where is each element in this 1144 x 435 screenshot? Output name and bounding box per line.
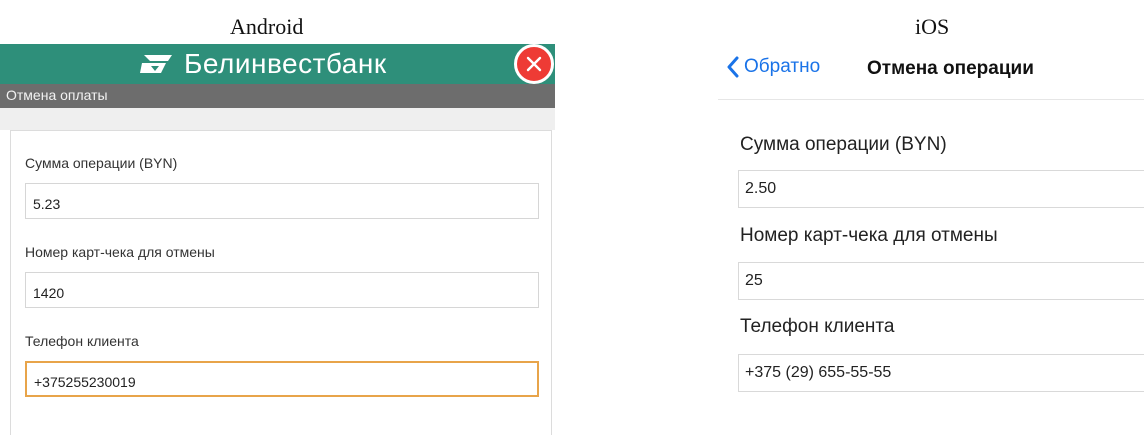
bank-logo-icon	[140, 55, 172, 73]
amount-input[interactable]: 5.23	[25, 183, 539, 219]
android-spacer	[0, 108, 555, 130]
android-label: Android	[230, 14, 304, 39]
screen-title: Отмена оплаты	[6, 87, 108, 103]
android-form: Сумма операции (BYN) 5.23 Номер карт-чек…	[10, 130, 552, 435]
receipt-number-label: Номер карт-чека для отмены	[740, 225, 998, 246]
amount-label: Сумма операции (BYN)	[25, 155, 178, 171]
back-label: Обратно	[744, 56, 821, 77]
ios-nav-bar: Обратно Отмена операции	[718, 44, 1144, 100]
amount-input[interactable]: 2.50	[738, 170, 1144, 208]
close-icon	[526, 56, 542, 72]
android-screen: Белинвестбанк Отмена оплаты Сумма операц…	[0, 44, 555, 435]
nav-title: Отмена операции	[867, 58, 1034, 79]
close-button[interactable]	[514, 44, 554, 84]
chevron-left-icon	[727, 56, 739, 78]
android-title-bar: Отмена оплаты	[0, 84, 555, 108]
receipt-number-input[interactable]: 25	[738, 262, 1144, 300]
ios-screen: Обратно Отмена операции Сумма операции (…	[718, 44, 1144, 435]
phone-label: Телефон клиента	[25, 333, 139, 349]
phone-input[interactable]: +375 (29) 655-55-55	[738, 354, 1144, 392]
android-app-bar: Белинвестбанк	[0, 44, 555, 84]
ios-label: iOS	[915, 14, 950, 39]
bank-name: Белинвестбанк	[184, 48, 387, 79]
bank-brand: Белинвестбанк	[140, 46, 387, 82]
receipt-number-label: Номер карт-чека для отмены	[25, 244, 215, 260]
receipt-number-input[interactable]: 1420	[25, 272, 539, 308]
phone-input[interactable]: +375255230019	[25, 361, 539, 397]
back-button[interactable]: Обратно	[726, 56, 820, 78]
amount-label: Сумма операции (BYN)	[740, 134, 947, 155]
phone-label: Телефон клиента	[740, 316, 895, 337]
